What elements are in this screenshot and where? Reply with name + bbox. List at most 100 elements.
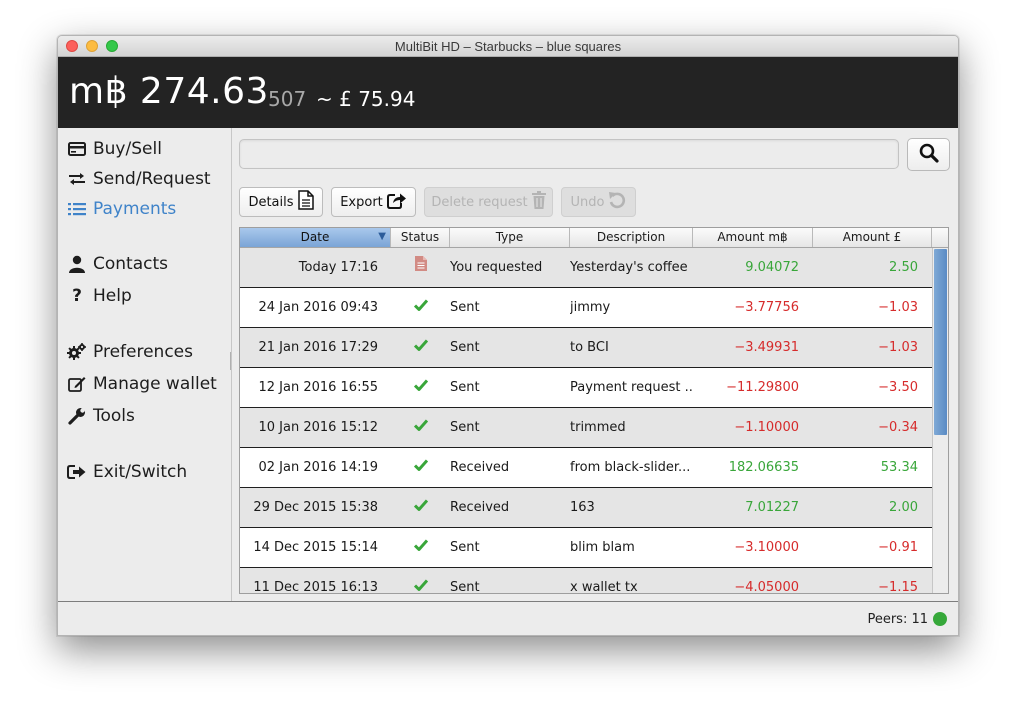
column-header-label: Status xyxy=(400,230,440,244)
cell-status xyxy=(394,368,447,408)
peers-count: Peers: 11 xyxy=(867,612,928,627)
cell-description: from black-slider... xyxy=(570,460,691,475)
cell-amount-fiat: −1.03 xyxy=(878,300,918,315)
column-header-description[interactable]: Description xyxy=(570,228,693,247)
undo-button[interactable]: Undo xyxy=(561,187,636,217)
cell-date: 10 Jan 2016 15:12 xyxy=(258,420,378,435)
column-header-date[interactable]: Date ▼ xyxy=(240,228,391,247)
cell-amount-btc: 182.06635 xyxy=(728,460,799,475)
cell-type: Sent xyxy=(450,580,480,594)
cell-amount-fiat: −1.03 xyxy=(878,340,918,355)
cell-date: 11 Dec 2015 16:13 xyxy=(253,580,378,594)
sidebar-item-label: Manage wallet xyxy=(93,374,217,394)
app-window: MultiBit HD – Starbucks – blue squares m… xyxy=(57,35,959,636)
title-bar[interactable]: MultiBit HD – Starbucks – blue squares xyxy=(58,36,958,57)
sidebar-item-label: Help xyxy=(93,286,132,306)
sidebar-item-help[interactable]: ? Help xyxy=(67,284,132,308)
header-filler xyxy=(932,228,948,248)
table-row[interactable]: 24 Jan 2016 09:43 Sent jimmy −3.77756 −1.03 xyxy=(240,288,932,328)
vertical-scrollbar[interactable] xyxy=(932,248,948,593)
sidebar: Buy/Sell Send/Request Payments Contacts … xyxy=(58,128,232,601)
cell-type: Sent xyxy=(450,380,480,395)
sidebar-item-payments[interactable]: Payments xyxy=(67,197,176,221)
table-header: Date ▼ Status Type Description Amount m฿… xyxy=(240,228,932,248)
table-row[interactable]: 11 Dec 2015 16:13 Sent x wallet tx −4.05000… xyxy=(240,568,932,594)
table-row[interactable]: 02 Jan 2016 14:19 Received from black-slid… xyxy=(240,448,932,488)
trash-icon xyxy=(531,191,546,213)
cell-type: Sent xyxy=(450,540,480,555)
window-title: MultiBit HD – Starbucks – blue squares xyxy=(394,39,622,54)
delete-request-button[interactable]: Delete request xyxy=(424,187,553,217)
credit-card-icon xyxy=(67,139,87,159)
table-row[interactable]: 10 Jan 2016 15:12 Sent trimmed −1.10000 −0.3… xyxy=(240,408,932,448)
check-icon xyxy=(413,568,428,593)
user-icon xyxy=(67,254,87,274)
sidebar-item-send-request[interactable]: Send/Request xyxy=(67,167,211,191)
payments-panel: Details Export Delete request Undo Date … xyxy=(233,128,958,601)
cell-description: x wallet tx xyxy=(570,580,638,594)
balance-secondary-digits: 507 xyxy=(268,87,307,111)
export-button[interactable]: Export xyxy=(331,187,416,217)
column-header-type[interactable]: Type xyxy=(450,228,570,247)
sidebar-item-label: Payments xyxy=(93,199,177,219)
cell-amount-fiat: −3.50 xyxy=(878,380,918,395)
cell-type: Received xyxy=(450,460,510,475)
details-button[interactable]: Details xyxy=(239,187,323,217)
sidebar-item-label: Preferences xyxy=(93,342,193,362)
sidebar-item-label: Send/Request xyxy=(93,169,211,189)
cell-amount-btc: −11.29800 xyxy=(726,380,799,395)
sidebar-item-exit-switch[interactable]: Exit/Switch xyxy=(67,460,187,484)
cogs-icon xyxy=(67,342,87,362)
cell-status xyxy=(394,248,447,288)
check-icon xyxy=(413,528,428,568)
cell-date: 14 Dec 2015 15:14 xyxy=(253,540,378,555)
cell-date: 24 Jan 2016 09:43 xyxy=(258,300,378,315)
cell-amount-fiat: 53.34 xyxy=(880,460,918,475)
delete-request-button-label: Delete request xyxy=(431,194,528,210)
cell-amount-btc: −4.05000 xyxy=(734,580,799,594)
search-input[interactable] xyxy=(239,139,899,169)
cell-description: Yesterday's coffee xyxy=(570,260,688,275)
share-icon xyxy=(386,191,407,213)
cell-status xyxy=(394,408,447,448)
cell-description: blim blam xyxy=(570,540,635,555)
column-header-amount-fiat[interactable]: Amount £ xyxy=(813,228,932,247)
document-icon xyxy=(414,248,427,288)
sidebar-item-manage-wallet[interactable]: Manage wallet xyxy=(67,372,217,396)
cell-amount-btc: −1.10000 xyxy=(734,420,799,435)
sidebar-item-buy-sell[interactable]: Buy/Sell xyxy=(67,137,162,161)
cell-type: You requested xyxy=(450,260,543,275)
cell-type: Sent xyxy=(450,420,480,435)
table-row[interactable]: 12 Jan 2016 16:55 Sent Payment request ...… xyxy=(240,368,932,408)
file-text-icon xyxy=(297,190,314,214)
cell-amount-btc: 9.04072 xyxy=(745,260,799,275)
connection-status-icon xyxy=(933,612,947,626)
check-icon xyxy=(413,488,428,528)
sort-descending-icon: ▼ xyxy=(378,231,386,242)
sidebar-item-contacts[interactable]: Contacts xyxy=(67,252,168,276)
balance-header: m฿ 274.63 507 ~ £ 75.94 xyxy=(58,57,958,128)
table-row[interactable]: 29 Dec 2015 15:38 Received 163 7.01227 2.00 xyxy=(240,488,932,528)
scrollbar-thumb[interactable] xyxy=(934,249,947,435)
search-button[interactable] xyxy=(907,138,950,171)
list-icon xyxy=(67,199,87,219)
column-header-amount-btc[interactable]: Amount m฿ xyxy=(693,228,813,247)
column-header-status[interactable]: Status xyxy=(391,228,450,247)
sidebar-item-label: Tools xyxy=(93,406,135,426)
column-header-label: Description xyxy=(596,230,666,244)
cell-description: 163 xyxy=(570,500,595,515)
table-row[interactable]: Today 17:16 You requested Yesterday's coff… xyxy=(240,248,932,288)
cell-type: Received xyxy=(450,500,510,515)
sidebar-item-preferences[interactable]: Preferences xyxy=(67,340,193,364)
sidebar-item-label: Exit/Switch xyxy=(93,462,188,482)
undo-icon xyxy=(608,191,626,213)
wrench-icon xyxy=(67,406,87,426)
cell-date: 21 Jan 2016 17:29 xyxy=(258,340,378,355)
table-row[interactable]: 21 Jan 2016 17:29 Sent to BCI −3.49931 −1.03 xyxy=(240,328,932,368)
table-row[interactable]: 14 Dec 2015 15:14 Sent blim blam −3.10000 −0… xyxy=(240,528,932,568)
cell-status xyxy=(394,488,447,528)
cell-status xyxy=(394,568,447,593)
sidebar-item-tools[interactable]: Tools xyxy=(67,404,135,428)
export-button-label: Export xyxy=(340,194,383,210)
payments-table: Date ▼ Status Type Description Amount m฿… xyxy=(239,227,949,594)
